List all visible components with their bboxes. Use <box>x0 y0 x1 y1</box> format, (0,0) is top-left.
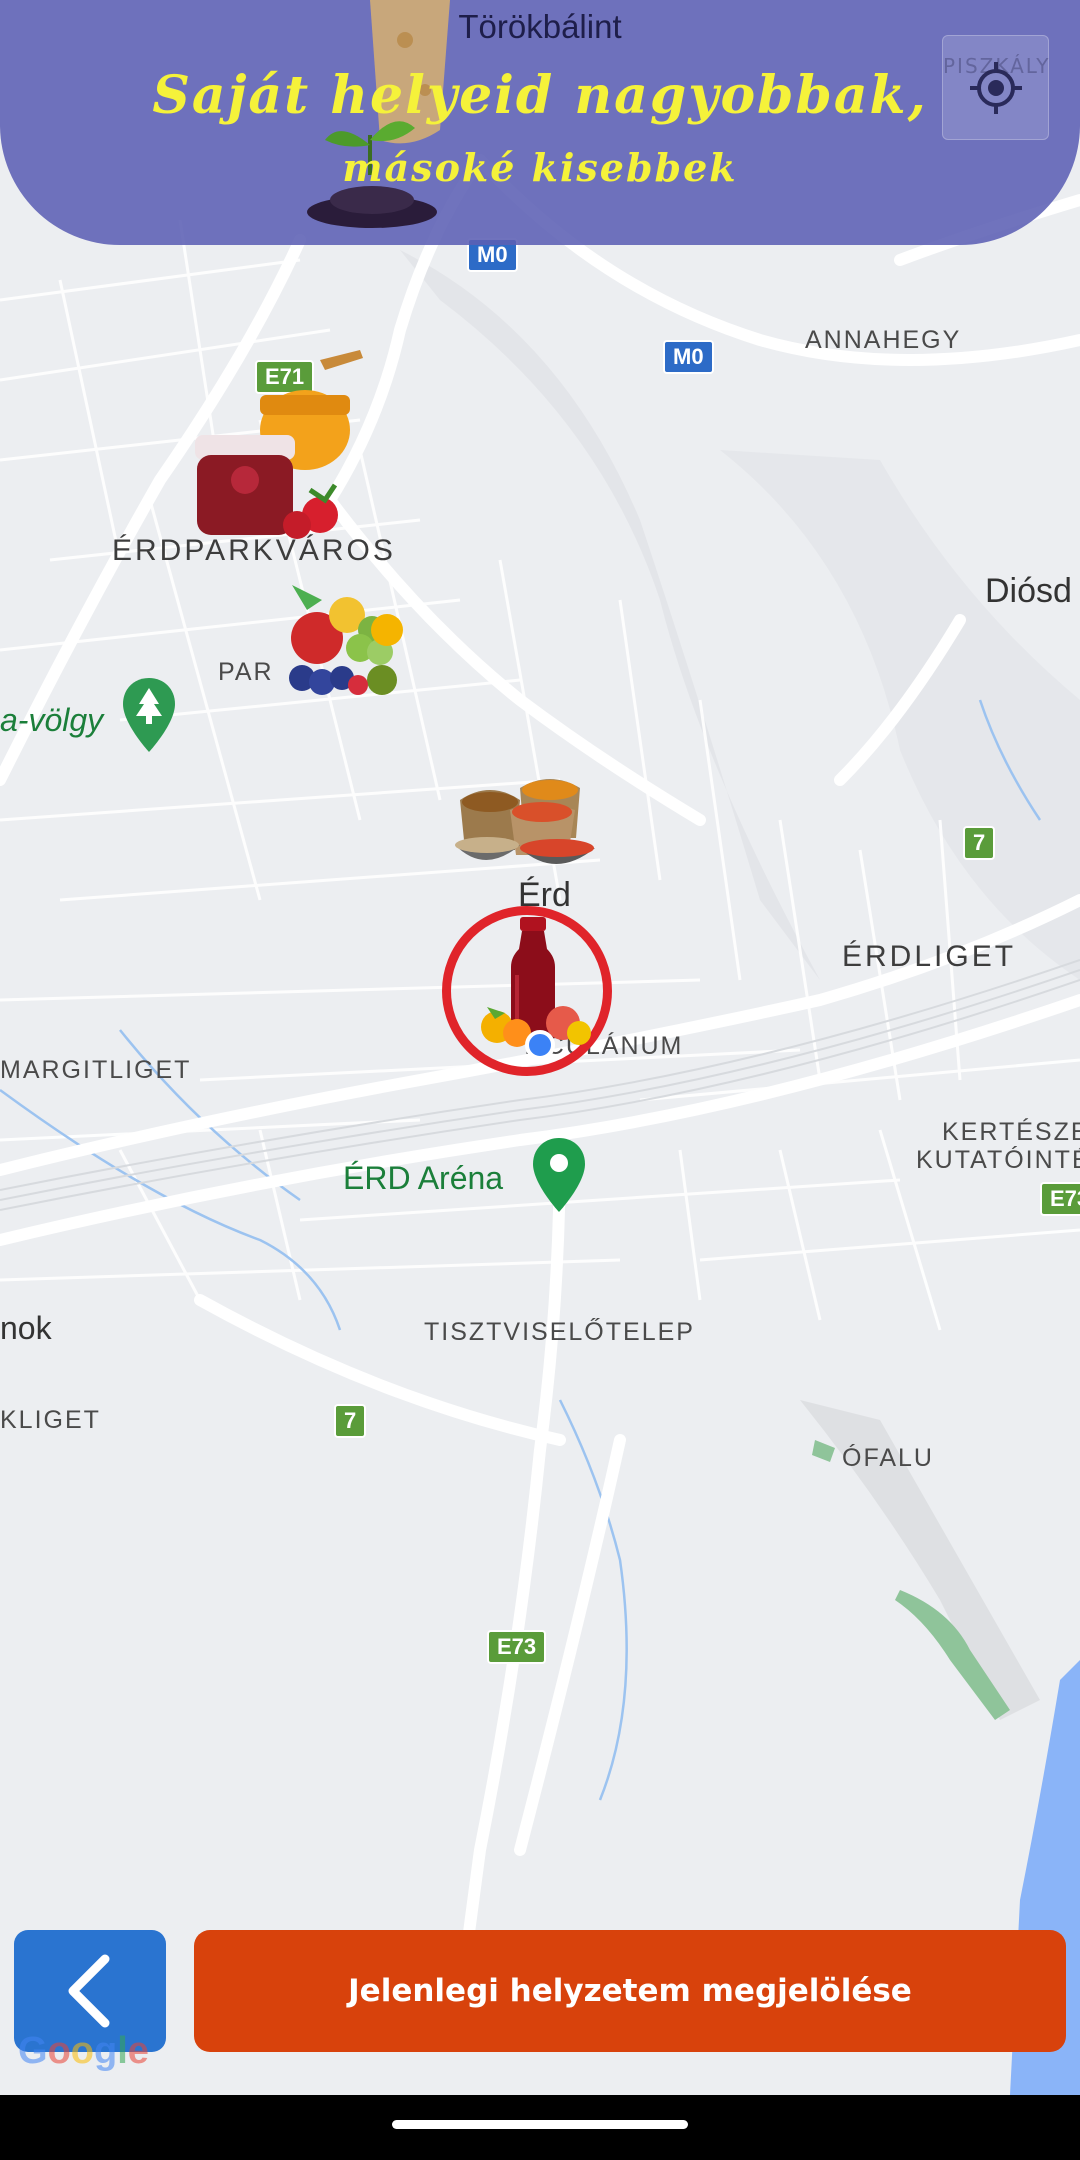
header-location: Törökbálint <box>458 8 622 45</box>
header-subtitle: másoké kisebbek <box>342 145 738 190</box>
map-label-kliget: KLIGET <box>0 1406 101 1434</box>
mark-current-location-button[interactable]: Jelenlegi helyzetem megjelölése <box>194 1930 1066 2052</box>
spices-marker[interactable] <box>450 760 600 880</box>
park-pin-icon[interactable] <box>120 676 178 756</box>
map-label-margitliget: MARGITLIGET <box>0 1056 192 1084</box>
map-label-tisztviselotelep: TISZTVISELŐTELEP <box>424 1318 695 1346</box>
google-attribution: Google <box>18 2030 149 2072</box>
honey-jam-marker[interactable] <box>185 350 365 550</box>
header-banner: Törökbálint Saját helyeid nagyobbak, más… <box>0 0 1080 245</box>
road-shield-e73: E73 <box>487 1630 547 1664</box>
locate-me-button[interactable]: PISZKÁLY <box>942 35 1049 140</box>
current-location-dot <box>525 1030 555 1060</box>
map-label-ofalu: ÓFALU <box>842 1444 934 1472</box>
erd-arena-pin-icon[interactable] <box>530 1136 588 1216</box>
locate-ghost-text: PISZKÁLY <box>943 54 1051 78</box>
chevron-left-icon <box>68 1954 110 2028</box>
system-nav-bar <box>0 2095 1080 2160</box>
road-shield-7: 7 <box>963 826 996 860</box>
home-indicator[interactable] <box>392 2120 688 2129</box>
header-title: Saját helyeid nagyobbak, <box>152 65 928 126</box>
map-label-annahegy: ANNAHEGY <box>805 326 962 354</box>
map-label-kerteszet-1: KERTÉSZET <box>942 1118 1080 1146</box>
map-label-volgy: a-völgy <box>0 702 104 738</box>
map-label-diosd: Diósd <box>985 572 1072 610</box>
map-label-erd-arena[interactable]: ÉRD Aréna <box>343 1160 503 1197</box>
map-label-erdliget: ÉRDLIGET <box>842 940 1017 973</box>
fruit-marker[interactable] <box>262 570 412 720</box>
map-view[interactable]: ANNAHEGY Diósd ÉRDPARKVÁROS PAR a-völgy … <box>0 0 1080 2095</box>
road-shield-m0: M0 <box>663 340 714 374</box>
road-shield-7: 7 <box>334 1404 367 1438</box>
road-shield-e73: E73 <box>1040 1182 1080 1216</box>
map-label-kerteszet-2: KUTATÓINTÉ <box>916 1146 1080 1174</box>
map-label-nok: nok <box>0 1310 52 1346</box>
